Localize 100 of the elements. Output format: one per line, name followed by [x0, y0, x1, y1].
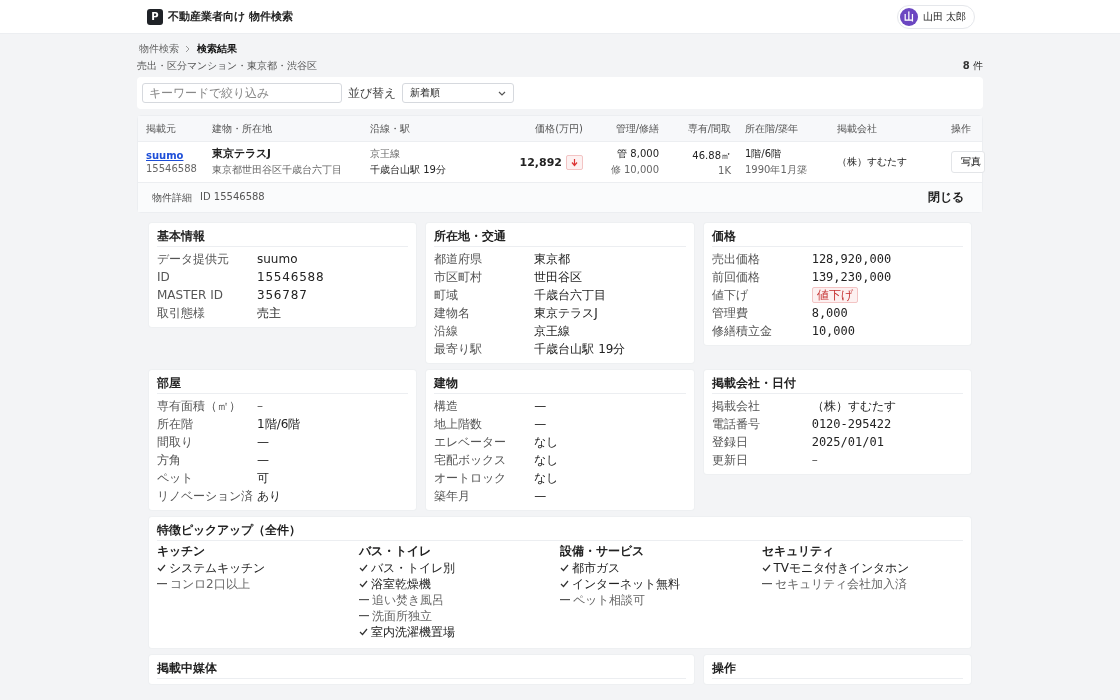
field-value: 128,920,000 [811, 252, 892, 266]
field-label: 登録日 [711, 433, 749, 451]
building-name: 東京テラスJ [212, 147, 272, 161]
field-value: 京王線 [534, 322, 571, 340]
card-title: 操作 [711, 660, 963, 679]
result-count: 8 件 [962, 59, 983, 73]
keyword-field[interactable]: キーワードで絞り込み [142, 83, 342, 103]
field-value: – [257, 399, 263, 413]
field-value: suumo [257, 252, 298, 266]
field-label: MASTER ID [157, 288, 225, 302]
field-label: エレベーター [434, 433, 508, 451]
column-header: 沿線・駅 [370, 121, 411, 136]
field-label: 町域 [434, 286, 460, 304]
field-value: 356787 [257, 288, 308, 302]
card-title: 掲載会社・日付 [711, 375, 963, 394]
feature-item: システムキッチン [169, 559, 265, 577]
field-label: 市区町村 [434, 268, 484, 286]
card-title: 部屋 [157, 375, 409, 394]
detail-label: 物件詳細 [152, 190, 192, 205]
field-value: 千歳台山駅 19分 [534, 340, 626, 358]
field-value: 15546588 [257, 270, 325, 284]
table-cell-text: 15546588 [146, 163, 198, 174]
field-label: 宅配ボックス [434, 451, 508, 469]
chevron-down-icon [498, 90, 506, 96]
field-label: 修繕積立金 [711, 322, 773, 340]
field-label: ID [157, 270, 171, 284]
field-label: 値下げ [711, 286, 749, 304]
feature-item: バス・トイレ別 [370, 559, 455, 577]
column-header: 所在階/築年 [745, 121, 800, 136]
field-label: 方角 [157, 451, 182, 469]
field-label: 売出価格 [711, 250, 761, 268]
card-title: 建物 [434, 375, 686, 394]
field-value: なし [534, 433, 559, 451]
field-label: 最寄り駅 [434, 340, 484, 358]
table-cell-text: 1階/6階 [745, 147, 783, 161]
field-value: — [534, 489, 547, 503]
table-cell: 1K [718, 164, 731, 176]
card-title: 基本情報 [157, 228, 409, 247]
field-value: 東京都 [534, 250, 571, 268]
feature-item: 洗面所独立 [371, 607, 432, 625]
field-label: 築年月 [434, 487, 472, 505]
field-label: 都道府県 [434, 250, 484, 268]
field-label: 電話番号 [711, 415, 761, 433]
station: 千歳台山駅 19分 [370, 163, 447, 177]
field-value: 1階/6階 [257, 415, 301, 433]
avatar: 山 [899, 7, 918, 26]
column-header: 専有/間取 [686, 121, 732, 136]
card-title: 所在地・交通 [434, 228, 686, 247]
field-label: 間取り [157, 433, 194, 451]
field-label: 更新日 [711, 451, 749, 469]
feature-item: コンロ2口以上 [170, 575, 250, 593]
column-header: 掲載会社 [837, 121, 878, 136]
column-header: 操作 [951, 121, 972, 136]
column-header: 管理/修繕 [614, 121, 660, 136]
card-title: 掲載中媒体 [157, 660, 686, 679]
feature-item: 室内洗濯機置場 [370, 623, 455, 641]
field-label: データ提供元 [157, 250, 230, 268]
card-title: 価格 [711, 228, 963, 247]
table-cell: 修 10,000 [610, 163, 659, 177]
field-label: 地上階数 [434, 415, 484, 433]
table-cell: 46.88㎡ [692, 148, 731, 163]
photo-button[interactable]: 写真 [951, 151, 985, 173]
field-label: 掲載会社 [711, 397, 761, 415]
field-value: 2025/01/01 [811, 435, 884, 449]
field-label: 取引態様 [157, 304, 206, 322]
feature-item: セキュリティ会社加入済 [774, 575, 907, 593]
sort-dropdown[interactable]: 新着順 [402, 83, 514, 103]
column-header: 建物・所在地 [212, 121, 273, 136]
card-title: 特徴ピックアップ（全件） [157, 522, 963, 541]
field-value: 10,000 [811, 324, 855, 338]
field-value: 東京テラスJ [534, 304, 598, 322]
field-value: — [257, 453, 269, 467]
user-menu[interactable]: 山 山田 太郎 [896, 4, 975, 29]
source-link[interactable]: suumo [146, 150, 206, 161]
feature-item: TVモニタ付きインタホン [773, 559, 910, 577]
field-value: 8,000 [811, 306, 848, 320]
field-value: 千歳台六丁目 [534, 286, 607, 304]
feature-group-title: バス・トイレ [358, 544, 432, 559]
logo: P [147, 8, 163, 25]
field-label: 専有面積（㎡） [157, 397, 242, 415]
address: 東京都世田谷区千歳台六丁目 [212, 163, 343, 177]
breadcrumb-item[interactable]: 物件検索 [139, 42, 179, 56]
feature-group-title: 設備・サービス [560, 544, 645, 559]
field-value: 売主 [257, 304, 281, 322]
app-title: 不動産業者向け 物件検索 [168, 9, 293, 24]
field-value: なし [534, 451, 559, 469]
feature-item: ペット相談可 [573, 591, 645, 609]
feature-group-title: キッチン [157, 544, 206, 559]
arrow-down-icon [571, 157, 578, 167]
price: 12,892 [519, 155, 562, 169]
close-button[interactable]: 閉じる [922, 188, 970, 207]
table-cell-text: （株）すむたす [837, 155, 908, 169]
field-label: 構造 [434, 397, 460, 415]
field-value: — [534, 399, 547, 413]
column-header: 価格(万円) [534, 121, 584, 136]
field-value: あり [257, 487, 281, 505]
field-value: – [811, 453, 818, 467]
field-label: 沿線 [434, 322, 460, 340]
field-value: 139,230,000 [811, 270, 892, 284]
field-label: 所在階 [157, 415, 194, 433]
